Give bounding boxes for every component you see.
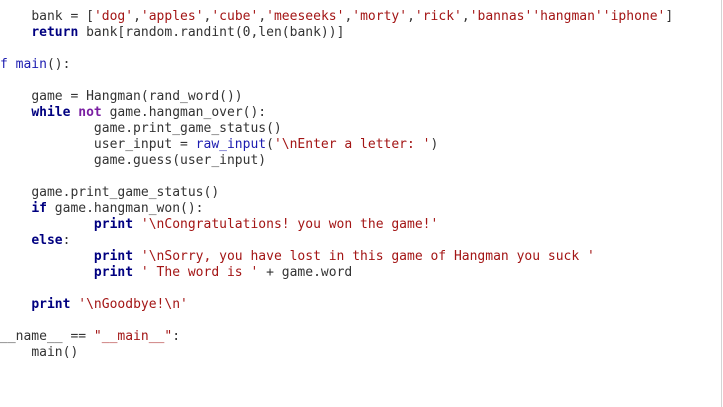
- code-token: print: [93, 217, 134, 232]
- code-token: '\nSorry, you have lost in this game of …: [140, 249, 595, 264]
- code-token: '\nEnter a letter: ': [273, 137, 431, 152]
- code-line: game = Hangman(rand_word()): [0, 89, 673, 105]
- code-token: ]: [665, 9, 674, 24]
- code-token: 'meeseeks': [266, 9, 345, 24]
- code-token: 'iphone': [602, 9, 666, 24]
- code-token: bank = [: [31, 9, 94, 24]
- code-token: game.guess(user_input): [93, 153, 267, 168]
- code-line: print '\nCongratulations! you won the ga…: [0, 217, 673, 233]
- code-token: print: [31, 297, 71, 312]
- code-line: __name__ == "__main__":: [0, 329, 673, 345]
- code-line: return bank[random.randint(0,len(bank))]: [0, 25, 673, 41]
- code-line: game.guess(user_input): [0, 153, 673, 169]
- code-token: 'cube': [211, 9, 259, 24]
- code-area[interactable]: bank = ['dog','apples','cube','meeseeks'…: [0, 9, 673, 361]
- code-token: bank[random.randint(: [78, 25, 243, 40]
- code-token: '\nGoodbye!\n': [78, 297, 188, 312]
- code-token: return: [31, 25, 79, 40]
- code-token: ():: [46, 57, 71, 72]
- code-token: game = Hangman(rand_word()): [31, 89, 243, 104]
- code-token: if: [31, 201, 47, 216]
- code-token: 'bannas': [469, 9, 533, 24]
- code-token: not: [78, 105, 102, 120]
- code-token: else: [31, 233, 63, 248]
- code-line: bank = ['dog','apples','cube','meeseeks'…: [0, 9, 673, 25]
- code-token: ,: [461, 9, 470, 24]
- code-token: user_input =: [93, 137, 196, 152]
- code-token: while: [31, 105, 71, 120]
- code-token: 'apples': [140, 9, 204, 24]
- code-token: "__main__": [93, 329, 173, 344]
- code-line: game.print_game_status(): [0, 185, 673, 201]
- code-token: 'dog': [93, 9, 134, 24]
- code-line: user_input = raw_input('\nEnter a letter…: [0, 137, 673, 153]
- code-line: print '\nSorry, you have lost in this ga…: [0, 249, 673, 265]
- code-token: main(): [31, 345, 79, 360]
- code-token: ,: [133, 9, 141, 24]
- code-line: print ' The word is ' + game.word: [0, 265, 673, 281]
- code-token: print: [93, 265, 134, 280]
- code-token: :: [172, 329, 181, 344]
- code-token: game.hangman_won():: [46, 201, 204, 216]
- code-token: game.print_game_status(): [31, 185, 220, 200]
- code-token: game.hangman_over():: [101, 105, 267, 120]
- code-line: if game.hangman_won():: [0, 201, 673, 217]
- code-line: print '\nGoodbye!\n': [0, 297, 673, 313]
- code-token: :: [62, 233, 71, 248]
- code-token: 'rick': [414, 9, 462, 24]
- code-token: ' The word is ': [140, 265, 259, 280]
- code-line: main(): [0, 345, 673, 361]
- code-line: else:: [0, 233, 673, 249]
- code-token: 'morty': [352, 9, 408, 24]
- code-token: game.print_game_status(): [93, 121, 282, 136]
- code-token: print: [93, 249, 134, 264]
- code-token: f main: [0, 57, 47, 72]
- code-token: + game.word: [258, 265, 353, 280]
- code-token: '\nCongratulations! you won the game!': [140, 217, 439, 232]
- code-line: game.print_game_status(): [0, 121, 673, 137]
- code-token: ,len(bank))]: [250, 25, 345, 40]
- code-line: while not game.hangman_over():: [0, 105, 673, 121]
- code-token: ,: [258, 9, 267, 24]
- code-token: 'hangman': [532, 9, 603, 24]
- code-token: ,: [407, 9, 415, 24]
- code-token: ): [430, 137, 439, 152]
- code-token: (: [266, 137, 274, 152]
- code-editor[interactable]: bank = ['dog','apples','cube','meeseeks'…: [0, 0, 722, 407]
- code-line: f main():: [0, 57, 673, 73]
- code-token: raw_input: [195, 137, 267, 152]
- code-token: __name__ ==: [0, 329, 94, 344]
